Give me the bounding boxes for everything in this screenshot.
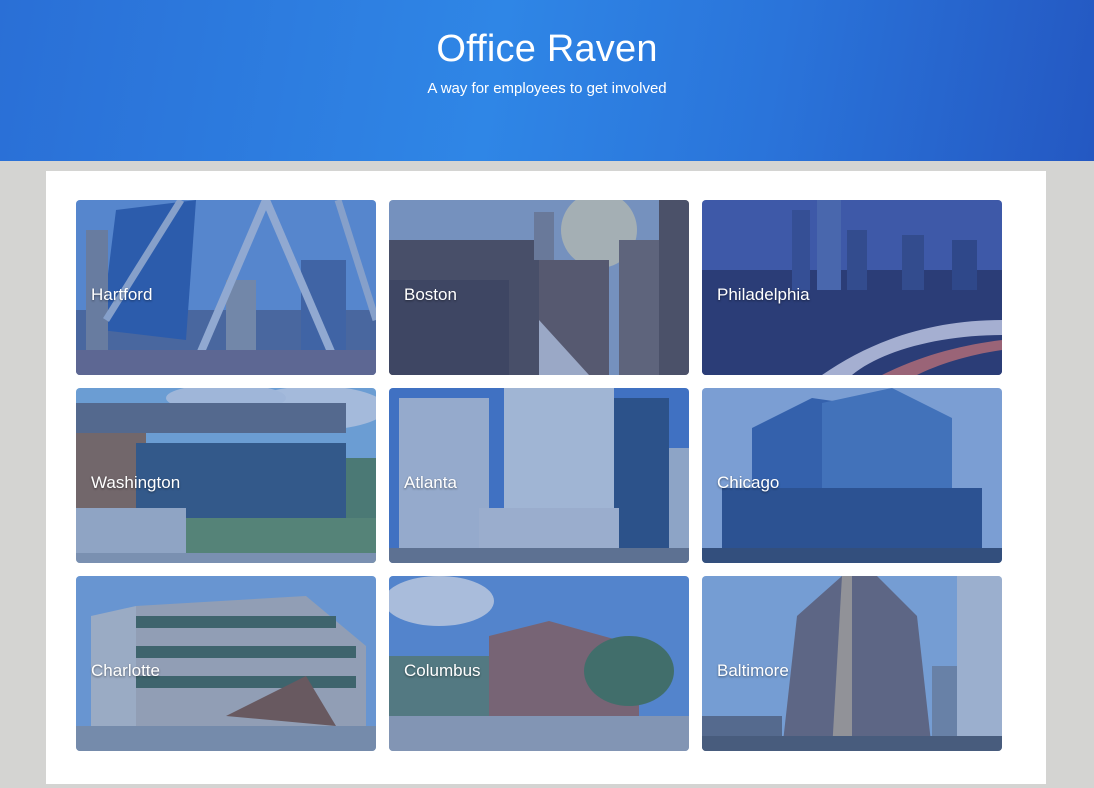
offices-panel: Hartford Boston Philadelphia Washington … xyxy=(46,171,1046,784)
office-card-hartford[interactable]: Hartford xyxy=(76,200,376,375)
office-name: Boston xyxy=(404,285,457,304)
office-name: Charlotte xyxy=(91,661,160,680)
office-card-boston[interactable]: Boston xyxy=(389,200,689,375)
office-card-columbus[interactable]: Columbus xyxy=(389,576,689,751)
site-tagline: A way for employees to get involved xyxy=(427,80,667,97)
office-name: Chicago xyxy=(717,473,780,492)
office-name: Hartford xyxy=(91,285,153,304)
office-card-washington[interactable]: Washington xyxy=(76,388,376,563)
office-card-baltimore[interactable]: Baltimore xyxy=(702,576,1002,751)
office-card-philadelphia[interactable]: Philadelphia xyxy=(702,200,1002,375)
office-name: Baltimore xyxy=(717,661,789,680)
header-banner: Office Raven A way for employees to get … xyxy=(0,0,1094,161)
site-title: Office Raven xyxy=(436,28,658,70)
office-name: Washington xyxy=(91,473,181,492)
office-card-atlanta[interactable]: Atlanta xyxy=(389,388,689,563)
office-name: Philadelphia xyxy=(717,285,810,304)
office-name: Columbus xyxy=(404,661,481,680)
office-name: Atlanta xyxy=(404,473,457,492)
office-card-charlotte[interactable]: Charlotte xyxy=(76,576,376,751)
office-card-chicago[interactable]: Chicago xyxy=(702,388,1002,563)
office-grid: Hartford Boston Philadelphia Washington … xyxy=(76,200,1002,751)
